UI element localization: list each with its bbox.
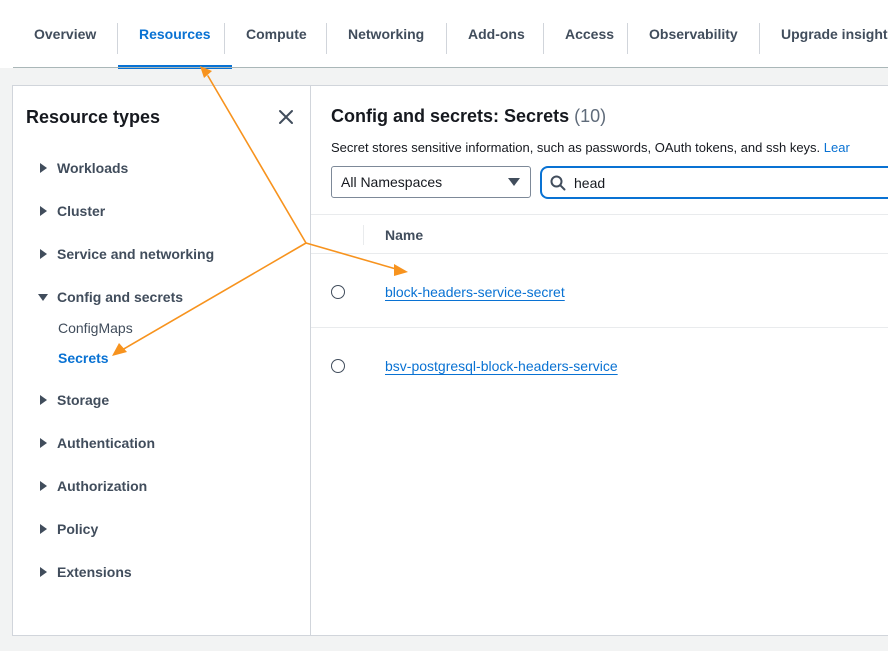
- caret-down-icon: [38, 294, 48, 301]
- sidebar-item-label: Service and networking: [57, 246, 215, 262]
- resource-types-panel: Resource types Workloads Cluster Service…: [12, 85, 310, 636]
- resource-tabs: Overview Resources Compute Networking Ad…: [0, 0, 888, 69]
- close-icon[interactable]: [275, 106, 297, 128]
- caret-right-icon: [40, 206, 47, 216]
- secrets-panel: Config and secrets: Secrets (10) Secret …: [310, 85, 888, 636]
- sidebar-item-policy[interactable]: Policy: [37, 518, 98, 540]
- caret-right-icon: [40, 481, 47, 491]
- namespace-select[interactable]: All Namespaces: [331, 166, 531, 198]
- sidebar-item-label: Authorization: [57, 478, 148, 494]
- sidebar-item-service-and-networking[interactable]: Service and networking: [37, 243, 214, 265]
- sidebar-item-workloads[interactable]: Workloads: [37, 157, 128, 179]
- tab-observability[interactable]: Observability: [628, 0, 759, 67]
- page-description: Secret stores sensitive information, suc…: [331, 140, 850, 155]
- resource-types-title: Resource types: [26, 107, 161, 127]
- tabs-underline: [13, 67, 888, 68]
- sidebar-subitem-secrets[interactable]: Secrets: [58, 350, 109, 366]
- caret-right-icon: [40, 567, 47, 577]
- sidebar-item-cluster[interactable]: Cluster: [37, 200, 105, 222]
- table-row: bsv-postgresql-block-headers-service: [311, 328, 888, 402]
- learn-more-link[interactable]: Lear: [824, 140, 850, 155]
- tab-resources[interactable]: Resources: [118, 0, 232, 69]
- tab-add-ons[interactable]: Add-ons: [447, 0, 546, 67]
- sidebar-item-authentication[interactable]: Authentication: [37, 432, 155, 454]
- search-field[interactable]: [540, 166, 888, 199]
- namespace-select-value: All Namespaces: [341, 174, 443, 190]
- secret-name-link[interactable]: block-headers-service-secret: [385, 284, 565, 300]
- sidebar-item-authorization[interactable]: Authorization: [37, 475, 147, 497]
- table-row: block-headers-service-secret: [311, 254, 888, 328]
- column-header-name[interactable]: Name: [385, 227, 423, 243]
- sidebar-item-label: Cluster: [57, 203, 106, 219]
- sidebar-item-storage[interactable]: Storage: [37, 389, 109, 411]
- sidebar-subitem-configmaps[interactable]: ConfigMaps: [58, 320, 133, 336]
- description-text: Secret stores sensitive information, suc…: [331, 140, 821, 155]
- sidebar-item-label: Authentication: [57, 435, 155, 451]
- page-title: Config and secrets: Secrets (10): [331, 106, 606, 127]
- caret-right-icon: [40, 395, 47, 405]
- page-title-text: Config and secrets: Secrets: [331, 106, 570, 126]
- caret-right-icon: [40, 249, 47, 259]
- caret-right-icon: [40, 163, 47, 173]
- sidebar-item-extensions[interactable]: Extensions: [37, 561, 132, 583]
- sidebar-item-label: Policy: [57, 521, 99, 537]
- sidebar-item-label: Workloads: [57, 160, 129, 176]
- tab-overview[interactable]: Overview: [13, 0, 117, 67]
- secrets-count: (10): [574, 106, 607, 126]
- caret-right-icon: [40, 438, 47, 448]
- search-input[interactable]: [574, 174, 854, 191]
- tab-upgrade-insights[interactable]: Upgrade insights: [760, 0, 888, 67]
- table-header: Name: [311, 214, 888, 254]
- tab-access[interactable]: Access: [544, 0, 635, 67]
- column-divider: [363, 225, 364, 245]
- row-select-radio[interactable]: [331, 359, 345, 373]
- tab-networking[interactable]: Networking: [327, 0, 445, 67]
- tab-compute[interactable]: Compute: [225, 0, 328, 67]
- sidebar-item-label: Config and secrets: [57, 289, 184, 305]
- triangle-down-icon: [508, 178, 520, 186]
- sidebar-item-config-and-secrets[interactable]: Config and secrets: [37, 286, 183, 308]
- sidebar-item-label: Storage: [57, 392, 110, 408]
- secret-name-link[interactable]: bsv-postgresql-block-headers-service: [385, 358, 618, 374]
- caret-right-icon: [40, 524, 47, 534]
- row-select-radio[interactable]: [331, 285, 345, 299]
- search-icon: [550, 175, 566, 191]
- sidebar-item-label: Extensions: [57, 564, 132, 580]
